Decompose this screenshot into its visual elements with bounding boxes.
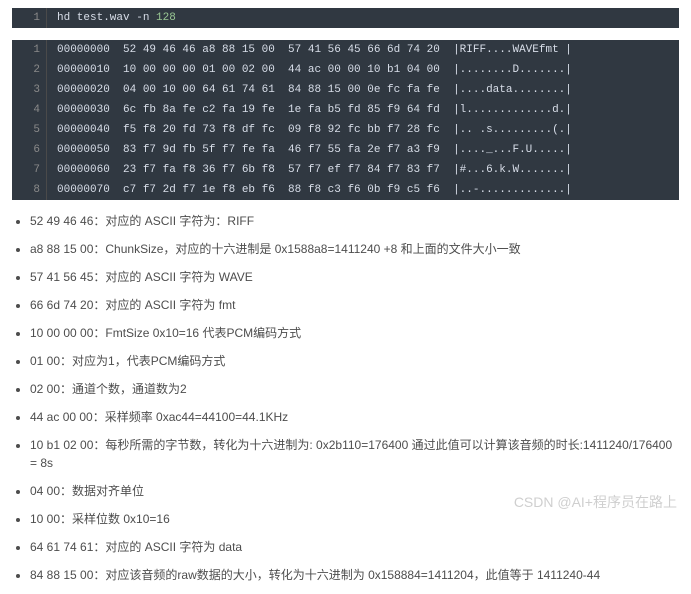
- hexdump-code-block: 100000000 52 49 46 46 a8 88 15 00 57 41 …: [12, 40, 679, 200]
- explanation-item: 01 00：对应为1，代表PCM编码方式: [30, 352, 679, 370]
- line-number: 3: [12, 80, 47, 100]
- line-number: 4: [12, 100, 47, 120]
- hex-content: 00000020 04 00 10 00 64 61 74 61 84 88 1…: [47, 80, 572, 100]
- hex-line: 200000010 10 00 00 00 01 00 02 00 44 ac …: [12, 60, 679, 80]
- hex-line: 600000050 83 f7 9d fb 5f f7 fe fa 46 f7 …: [12, 140, 679, 160]
- line-number: 1: [12, 40, 47, 60]
- explanation-item: 02 00：通道个数，通道数为2: [30, 380, 679, 398]
- explanation-item: 52 49 46 46：对应的 ASCII 字符为：RIFF: [30, 212, 679, 230]
- explanation-item: 10 00：采样位数 0x10=16: [30, 510, 679, 528]
- explanation-item: a8 88 15 00：ChunkSize，对应的十六进制是 0x1588a8=…: [30, 240, 679, 258]
- line-number: 1: [12, 8, 47, 28]
- hex-content: 00000050 83 f7 9d fb 5f f7 fe fa 46 f7 5…: [47, 140, 572, 160]
- explanation-list: 52 49 46 46：对应的 ASCII 字符为：RIFF a8 88 15 0…: [12, 212, 679, 584]
- hex-content: 00000010 10 00 00 00 01 00 02 00 44 ac 0…: [47, 60, 572, 80]
- hex-line: 400000030 6c fb 8a fe c2 fa 19 fe 1e fa …: [12, 100, 679, 120]
- explanation-item: 84 88 15 00：对应该音频的raw数据的大小，转化为十六进制为 0x15…: [30, 566, 679, 584]
- hex-line: 700000060 23 f7 fa f8 36 f7 6b f8 57 f7 …: [12, 160, 679, 180]
- line-number: 7: [12, 160, 47, 180]
- explanation-item: 57 41 56 45：对应的 ASCII 字符为 WAVE: [30, 268, 679, 286]
- command-code-block: 1 hd test.wav -n 128: [12, 8, 679, 28]
- explanation-item: 10 b1 02 00：每秒所需的字节数，转化为十六进制为: 0x2b110=1…: [30, 436, 679, 472]
- line-number: 5: [12, 120, 47, 140]
- line-number: 8: [12, 180, 47, 200]
- explanation-item: 04 00：数据对齐单位: [30, 482, 679, 500]
- explanation-item: 44 ac 00 00：采样频率 0xac44=44100=44.1KHz: [30, 408, 679, 426]
- explanation-item: 66 6d 74 20：对应的 ASCII 字符为 fmt: [30, 296, 679, 314]
- hex-line: 800000070 c7 f7 2d f7 1e f8 eb f6 88 f8 …: [12, 180, 679, 200]
- explanation-item: 64 61 74 61：对应的 ASCII 字符为 data: [30, 538, 679, 556]
- hex-line: 100000000 52 49 46 46 a8 88 15 00 57 41 …: [12, 40, 679, 60]
- line-number: 2: [12, 60, 47, 80]
- hex-content: 00000000 52 49 46 46 a8 88 15 00 57 41 5…: [47, 40, 572, 60]
- hex-line: 500000040 f5 f8 20 fd 73 f8 df fc 09 f8 …: [12, 120, 679, 140]
- hex-content: 00000070 c7 f7 2d f7 1e f8 eb f6 88 f8 c…: [47, 180, 572, 200]
- line-number: 6: [12, 140, 47, 160]
- hex-content: 00000040 f5 f8 20 fd 73 f8 df fc 09 f8 9…: [47, 120, 572, 140]
- hex-content: 00000030 6c fb 8a fe c2 fa 19 fe 1e fa b…: [47, 100, 572, 120]
- hex-line: 300000020 04 00 10 00 64 61 74 61 84 88 …: [12, 80, 679, 100]
- hex-content: 00000060 23 f7 fa f8 36 f7 6b f8 57 f7 e…: [47, 160, 572, 180]
- code-line: 1 hd test.wav -n 128: [12, 8, 679, 28]
- code-content: hd test.wav -n 128: [47, 8, 176, 28]
- explanation-item: 10 00 00 00：FmtSize 0x10=16 代表PCM编码方式: [30, 324, 679, 342]
